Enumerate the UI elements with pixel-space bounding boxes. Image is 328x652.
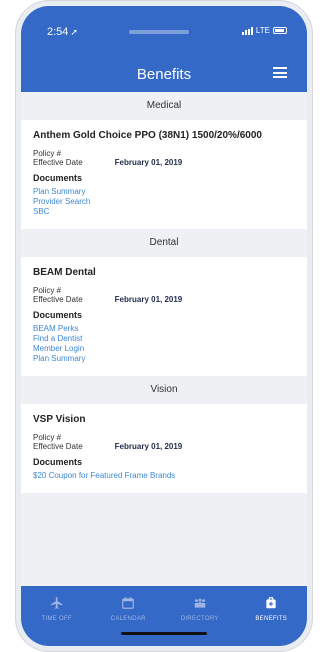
calendar-icon bbox=[122, 597, 135, 609]
policy-label: Policy # bbox=[33, 149, 62, 158]
benefits-icon bbox=[266, 597, 276, 609]
document-link[interactable]: SBC bbox=[33, 207, 295, 217]
battery-icon bbox=[273, 27, 287, 34]
tab-benefits[interactable]: BENEFITS bbox=[236, 586, 308, 646]
tab-label: CALENDAR bbox=[110, 616, 146, 622]
effective-date-label: Effective Date bbox=[33, 442, 83, 451]
phone-frame: 2:54 ➚ LTE Benefits Medical Anthem Gold … bbox=[15, 0, 313, 652]
document-link[interactable]: Provider Search bbox=[33, 197, 295, 207]
effective-date-label: Effective Date bbox=[33, 158, 83, 167]
location-arrow-icon: ➚ bbox=[70, 27, 78, 37]
section-header-vision: Vision bbox=[21, 376, 307, 404]
plane-icon bbox=[50, 597, 62, 609]
plan-card-medical[interactable]: Anthem Gold Choice PPO (38N1) 1500/20%/6… bbox=[21, 120, 307, 229]
plan-card-vision[interactable]: VSP Vision Policy # Effective Date Febru… bbox=[21, 404, 307, 493]
effective-date-value: February 01, 2019 bbox=[114, 158, 183, 167]
document-link[interactable]: Plan Summary bbox=[33, 354, 295, 364]
time-text: 2:54 bbox=[47, 26, 69, 38]
document-link[interactable]: Member Login bbox=[33, 344, 295, 354]
plan-card-dental[interactable]: BEAM Dental Policy # Effective Date Febr… bbox=[21, 257, 307, 376]
people-icon bbox=[194, 598, 205, 608]
document-link[interactable]: Plan Summary bbox=[33, 187, 295, 197]
speaker-notch bbox=[129, 30, 189, 34]
tab-label: TIME OFF bbox=[41, 616, 72, 622]
documents-label: Documents bbox=[33, 173, 83, 183]
status-indicators: LTE bbox=[241, 26, 287, 35]
policy-label: Policy # bbox=[33, 433, 62, 442]
plan-name: BEAM Dental bbox=[33, 267, 96, 278]
tab-directory[interactable]: DIRECTORY bbox=[164, 586, 236, 646]
app-header: 2:54 ➚ LTE Benefits bbox=[21, 6, 307, 92]
effective-date-row: Effective Date February 01, 2019 bbox=[33, 295, 295, 304]
document-link[interactable]: Find a Dentist bbox=[33, 334, 295, 344]
section-header-dental: Dental bbox=[21, 229, 307, 257]
documents-label: Documents bbox=[33, 310, 83, 320]
menu-icon[interactable] bbox=[273, 67, 287, 78]
documents-label: Documents bbox=[33, 457, 83, 467]
effective-date-label: Effective Date bbox=[33, 295, 83, 304]
policy-label: Policy # bbox=[33, 286, 62, 295]
network-label: LTE bbox=[255, 26, 270, 35]
home-indicator[interactable] bbox=[121, 632, 207, 635]
tab-label: BENEFITS bbox=[255, 616, 288, 622]
section-header-medical: Medical bbox=[21, 92, 307, 120]
effective-date-row: Effective Date February 01, 2019 bbox=[33, 158, 295, 167]
effective-date-row: Effective Date February 01, 2019 bbox=[33, 442, 295, 451]
app-screen: 2:54 ➚ LTE Benefits Medical Anthem Gold … bbox=[21, 6, 307, 646]
effective-date-value: February 01, 2019 bbox=[114, 295, 183, 304]
status-bar: 2:54 ➚ LTE bbox=[21, 6, 307, 50]
benefits-list[interactable]: Medical Anthem Gold Choice PPO (38N1) 15… bbox=[21, 92, 307, 586]
tab-label: DIRECTORY bbox=[180, 616, 219, 622]
signal-icon bbox=[241, 26, 253, 35]
tab-time-off[interactable]: TIME OFF bbox=[21, 586, 93, 646]
tab-bar: TIME OFF CALENDAR DIRECTORY BENEFITS bbox=[21, 586, 307, 646]
plan-name: VSP Vision bbox=[33, 414, 86, 425]
effective-date-value: February 01, 2019 bbox=[114, 442, 183, 451]
plan-name: Anthem Gold Choice PPO (38N1) 1500/20%/6… bbox=[33, 130, 262, 141]
document-link[interactable]: BEAM Perks bbox=[33, 324, 295, 334]
document-link[interactable]: $20 Coupon for Featured Frame Brands bbox=[33, 471, 295, 481]
page-title: Benefits bbox=[136, 66, 192, 83]
tab-calendar[interactable]: CALENDAR bbox=[93, 586, 165, 646]
status-time: 2:54 ➚ bbox=[47, 26, 78, 38]
